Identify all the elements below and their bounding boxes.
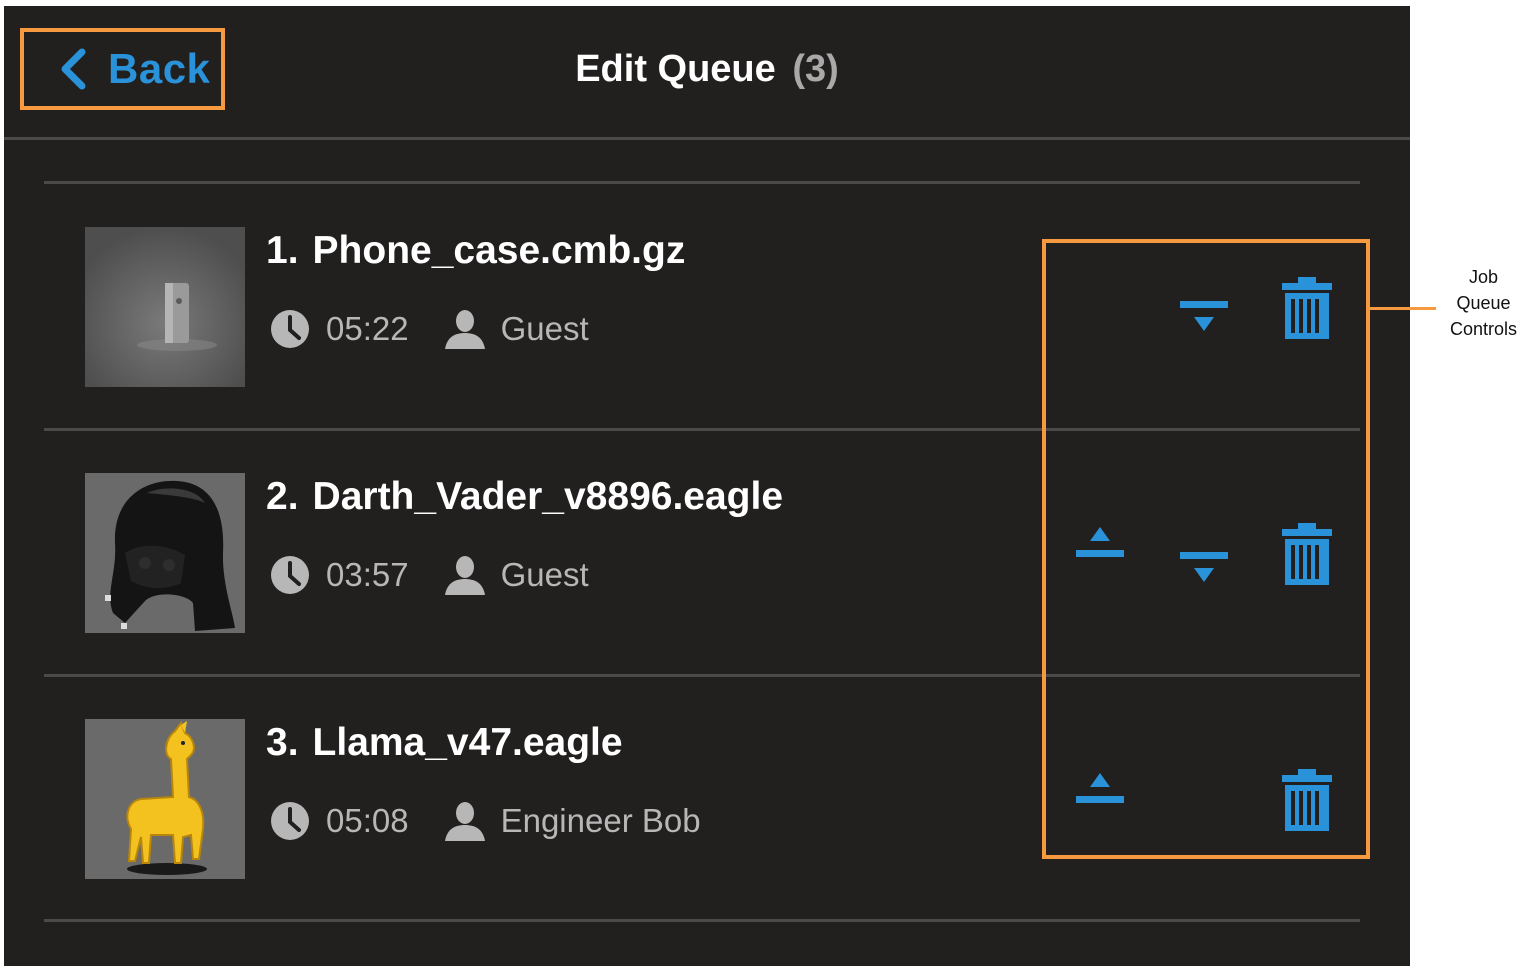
job-meta: 05:22 Guest — [270, 309, 589, 349]
trash-icon[interactable] — [1282, 277, 1332, 339]
job-index: 3. — [266, 721, 299, 764]
move-down-icon[interactable] — [1180, 548, 1228, 588]
job-index: 2. — [266, 475, 299, 518]
job-time: 05:08 — [326, 802, 409, 839]
job-user: Guest — [500, 556, 589, 593]
header: Back Edit Queue (3) — [4, 6, 1410, 140]
queue-count: (3) — [792, 48, 839, 90]
divider — [44, 181, 1360, 184]
job-time: 03:57 — [326, 556, 409, 593]
job-meta: 03:57 Guest — [270, 555, 589, 595]
job-filename: Phone_case.cmb.gz — [312, 229, 686, 272]
job-user: Guest — [500, 310, 589, 347]
queue-item-2: 2. Darth_Vader_v8896.eagle 03:57 Guest — [44, 431, 1360, 674]
job-thumbnail-darth-vader — [85, 473, 245, 633]
job-meta: 05:08 Engineer Bob — [270, 801, 701, 841]
user-icon — [444, 310, 485, 349]
edit-queue-screen: Back Edit Queue (3) 1. Phone_case.cmb.gz… — [4, 6, 1410, 966]
callout-line-3: Controls — [1449, 319, 1518, 339]
callout-label: Job Queue Controls — [1436, 264, 1531, 342]
job-user: Engineer Bob — [500, 802, 701, 839]
job-name: 1. Phone_case.cmb.gz — [266, 229, 685, 273]
move-up-icon[interactable] — [1076, 527, 1124, 567]
queue-item-3: 3. Llama_v47.eagle 05:08 Engineer Bob — [44, 677, 1360, 920]
user-icon — [444, 802, 485, 841]
move-up-icon[interactable] — [1076, 773, 1124, 813]
job-name: 3. Llama_v47.eagle — [266, 721, 623, 765]
clock-icon — [271, 556, 309, 594]
clock-icon — [271, 310, 309, 348]
job-thumbnail-llama — [85, 719, 245, 879]
job-thumbnail-phone-case — [85, 227, 245, 387]
user-icon — [444, 556, 485, 595]
move-down-icon[interactable] — [1180, 297, 1228, 337]
job-time: 05:22 — [326, 310, 409, 347]
job-filename: Llama_v47.eagle — [312, 721, 623, 764]
clock-icon — [271, 802, 309, 840]
trash-icon[interactable] — [1282, 769, 1332, 831]
page-title-text: Edit Queue — [575, 48, 776, 90]
callout-line — [1370, 307, 1436, 310]
job-name: 2. Darth_Vader_v8896.eagle — [266, 475, 783, 519]
callout-line-2: Queue — [1456, 293, 1511, 313]
queue-item-1: 1. Phone_case.cmb.gz 05:22 Guest — [44, 185, 1360, 428]
callout-line-1: Job — [1468, 267, 1499, 287]
divider — [44, 919, 1360, 922]
page-title: Edit Queue (3) — [4, 48, 1410, 91]
job-filename: Darth_Vader_v8896.eagle — [312, 475, 784, 518]
job-index: 1. — [266, 229, 299, 272]
trash-icon[interactable] — [1282, 523, 1332, 585]
